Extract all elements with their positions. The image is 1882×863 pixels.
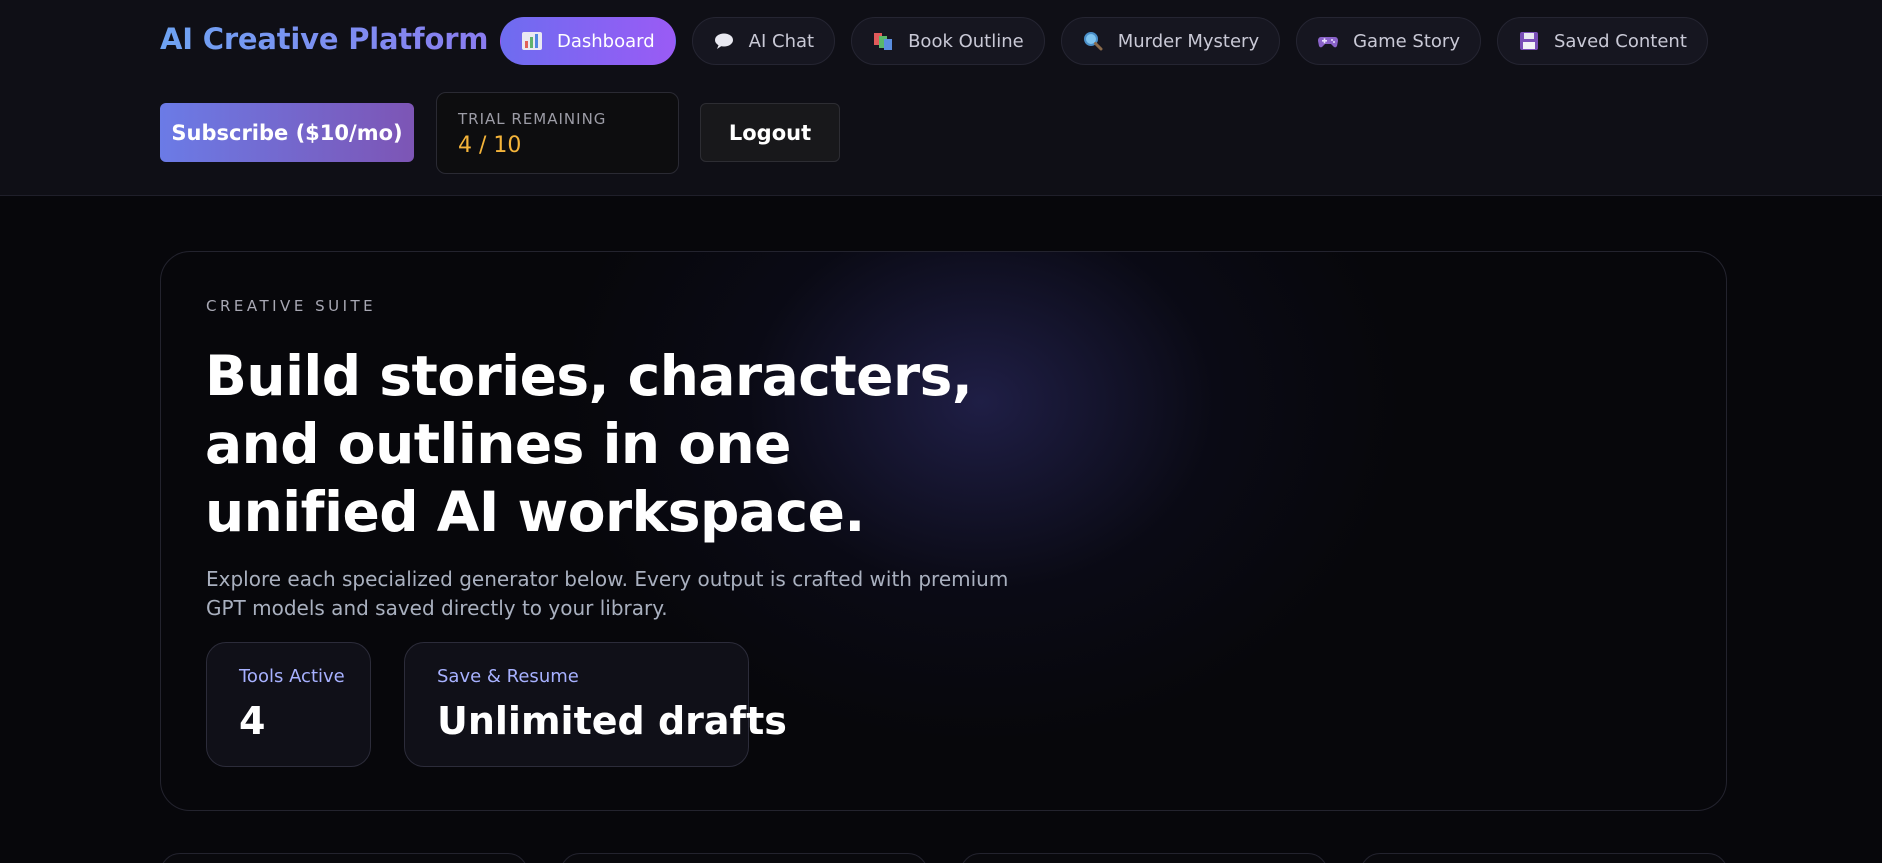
tool-card[interactable]: [560, 853, 928, 863]
floppy-disk-icon: [1518, 31, 1540, 51]
stat-label: Save & Resume: [437, 666, 579, 687]
nav-item-label: AI Chat: [748, 30, 815, 52]
stat-value: Unlimited drafts: [437, 699, 787, 743]
nav-item-label: Saved Content: [1553, 30, 1687, 52]
nav-item-label: Murder Mystery: [1117, 30, 1260, 52]
stat-label: Tools Active: [239, 666, 345, 687]
tool-card[interactable]: [960, 853, 1328, 863]
app-title[interactable]: AI Creative Platform: [160, 22, 489, 56]
hero-headline: Build stories, characters, and outlines …: [205, 344, 973, 544]
books-icon: [872, 31, 894, 51]
nav-item-label: Dashboard: [557, 30, 655, 52]
stat-card-save-resume: Save & Resume Unlimited drafts: [404, 642, 787, 767]
stat-card-tools-active: Tools Active 4: [206, 642, 371, 767]
bar-chart-icon: [521, 31, 543, 51]
tool-card[interactable]: [160, 853, 528, 863]
logout-button[interactable]: Logout: [700, 103, 840, 162]
trial-remaining-panel: TRIAL REMAINING 4 / 10: [436, 92, 679, 174]
nav-item-game-story[interactable]: Game Story: [1296, 17, 1481, 65]
hero-description: Explore each specialized generator below…: [206, 567, 1009, 620]
subscribe-button[interactable]: Subscribe ($10/mo): [160, 103, 414, 162]
nav-item-label: Book Outline: [908, 30, 1024, 52]
nav-item-book-outline[interactable]: Book Outline: [851, 17, 1045, 65]
speech-bubble-icon: [713, 31, 735, 51]
gamepad-icon: [1317, 31, 1339, 51]
hero-panel: CREATIVE SUITE Build stories, characters…: [160, 251, 1727, 811]
magnifier-icon: [1082, 31, 1104, 51]
nav-item-murder-mystery[interactable]: Murder Mystery: [1060, 17, 1281, 65]
stat-value: 4: [239, 699, 266, 743]
nav-item-label: Game Story: [1353, 30, 1460, 52]
tool-card[interactable]: [1360, 853, 1728, 863]
trial-remaining-value: 4 / 10: [458, 133, 522, 158]
nav-item-ai-chat[interactable]: AI Chat: [691, 17, 836, 65]
nav-item-dashboard[interactable]: Dashboard: [500, 17, 676, 65]
hero-eyebrow: CREATIVE SUITE: [206, 297, 377, 315]
top-bar: AI Creative Platform Dashboard AI Chat B…: [0, 0, 1882, 196]
trial-remaining-label: TRIAL REMAINING: [458, 110, 607, 128]
main-nav: Dashboard AI Chat Book Outline Murder My…: [500, 17, 1708, 65]
nav-item-saved-content[interactable]: Saved Content: [1496, 17, 1708, 65]
